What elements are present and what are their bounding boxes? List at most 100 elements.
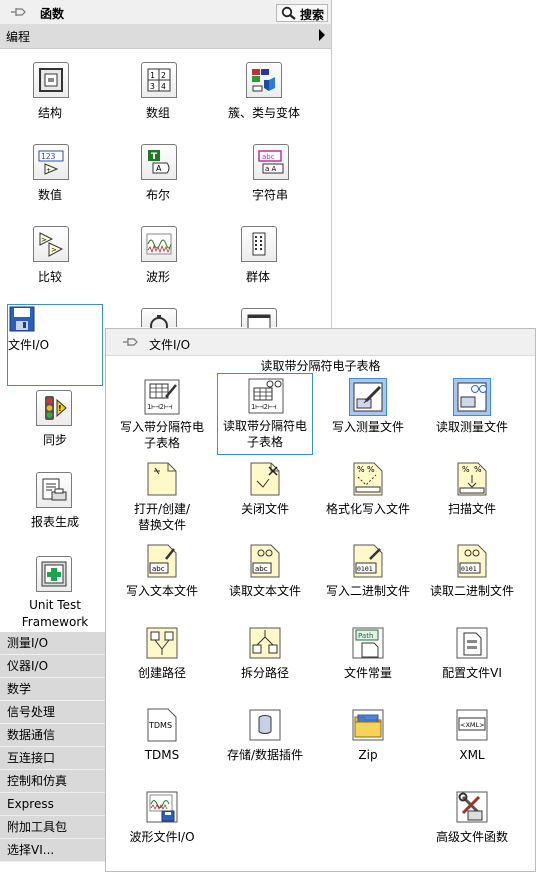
item-storage-datplugin[interactable]: 存储/数据插件 — [213, 703, 317, 783]
item-scan-from-file[interactable]: %% 扫描文件 — [420, 457, 524, 537]
tdms-icon: TDMS — [147, 708, 177, 742]
item-waveform-file-io[interactable]: 波形文件I/O — [110, 785, 214, 865]
subpalette-titlebar: 文件I/O — [106, 329, 535, 356]
write-text-file-icon: abc — [147, 544, 177, 578]
palette-item-application-control[interactable] — [208, 308, 308, 328]
svg-text:Path: Path — [358, 632, 373, 640]
tile-label: 比较 — [37, 270, 62, 284]
search-button[interactable]: 搜索 — [276, 4, 328, 22]
category-connectivity[interactable]: 互连接口 — [0, 747, 105, 770]
item-label-line2: 子表格 — [246, 435, 283, 449]
palette-item-comparison[interactable]: > > 比较 — [0, 226, 100, 296]
category-data-communication[interactable]: 数据通信 — [0, 724, 105, 747]
svg-text:>: > — [51, 246, 57, 254]
palette-item-array[interactable]: 1234 数组 — [108, 62, 208, 132]
pin-icon[interactable] — [10, 5, 28, 19]
close-file-icon — [250, 462, 280, 496]
palette-item-unit-test-framework[interactable]: Unit Test Framework — [8, 556, 102, 629]
read-spreadsheet-icon: 1⊢⊣2⊢⊣ — [248, 378, 284, 414]
palette-item-file-io[interactable]: 文件I/O — [7, 304, 103, 386]
palette-item-boolean[interactable]: TA 布尔 — [108, 144, 208, 214]
palette-item-cluster-class-variant[interactable]: 簇、类与变体 — [208, 62, 320, 132]
item-open-create-replace-file[interactable]: 打开/创建/ 替换文件 — [110, 457, 214, 537]
svg-text:a A: a A — [265, 165, 277, 173]
item-label: 读取文本文件 — [228, 584, 301, 598]
palette-item-structures[interactable]: 结构 — [0, 62, 100, 132]
scan-from-file-icon: %% — [457, 462, 487, 496]
storage-icon — [249, 709, 281, 741]
item-label-line1: 打开/创建/ — [133, 502, 191, 516]
svg-text:123: 123 — [41, 152, 56, 161]
traffic-light-icon: ! — [36, 390, 72, 426]
item-read-text-file[interactable]: abc 读取文本文件 — [213, 539, 317, 619]
item-write-text-file[interactable]: abc 写入文本文件 — [110, 539, 214, 619]
triangle-right-icon — [319, 29, 325, 41]
item-label: 拆分路径 — [240, 666, 289, 680]
category-measurement-io[interactable]: 测量I/O — [0, 632, 105, 655]
floppy-disk-icon — [8, 305, 102, 336]
category-select-vi[interactable]: 选择VI... — [0, 839, 105, 862]
item-label: Zip — [358, 748, 378, 762]
array-icon: 1234 — [141, 62, 177, 98]
write-measurement-icon — [349, 378, 387, 416]
item-write-binary-file[interactable]: 0101 写入二进制文件 — [316, 539, 420, 619]
tile-label: 结构 — [37, 106, 62, 120]
palette-item-report-generation[interactable]: 报表生成 — [8, 472, 102, 536]
svg-text:+: + — [46, 167, 51, 174]
item-read-binary-file[interactable]: 0101 读取二进制文件 — [420, 539, 524, 619]
read-text-file-icon: abc — [250, 544, 280, 578]
svg-text:A: A — [156, 164, 162, 173]
category-addons[interactable]: 附加工具包 — [0, 816, 105, 839]
xml-icon: <XML> — [456, 709, 488, 741]
zip-folder-icon — [352, 709, 384, 741]
read-binary-file-icon: 0101 — [457, 544, 487, 578]
palette-item-string[interactable]: abc a A 字符串 — [220, 144, 320, 214]
svg-text:0101: 0101 — [461, 565, 477, 573]
palette-item-synchronization[interactable]: ! 同步 — [8, 390, 102, 454]
item-label: TDMS — [144, 748, 180, 762]
item-format-into-file[interactable]: %% 格式化写入文件 — [316, 457, 420, 537]
palette-item-numeric[interactable]: 123 + 数值 — [0, 144, 100, 214]
item-read-delimited-spreadsheet[interactable]: 1⊢⊣2⊢⊣ 读取带分隔符电 子表格 — [217, 373, 313, 455]
category-control-simulation[interactable]: 控制和仿真 — [0, 770, 105, 793]
svg-text:abc: abc — [152, 565, 165, 573]
build-path-icon — [146, 627, 178, 659]
item-strip-path[interactable]: 拆分路径 — [213, 621, 317, 701]
item-label-line2: 子表格 — [143, 436, 180, 450]
svg-text:<XML>: <XML> — [460, 721, 485, 729]
svg-text:3: 3 — [150, 82, 155, 91]
item-read-measurement-file[interactable]: 读取测量文件 — [420, 375, 524, 455]
category-header-programming[interactable]: 编程 — [0, 24, 331, 49]
item-file-constants[interactable]: Path 文件常量 — [316, 621, 420, 701]
search-icon — [281, 6, 296, 20]
strip-path-icon — [249, 627, 281, 659]
svg-text:T: T — [151, 152, 158, 162]
category-title: 编程 — [6, 30, 31, 44]
palette-item-timing[interactable] — [108, 308, 208, 328]
svg-text:%: % — [474, 465, 482, 474]
category-mathematics[interactable]: 数学 — [0, 678, 105, 701]
palette-item-cluster-group[interactable]: 群体 — [208, 226, 308, 296]
category-express[interactable]: Express — [0, 793, 105, 816]
item-write-measurement-file[interactable]: 写入测量文件 — [316, 375, 420, 455]
item-xml[interactable]: <XML> XML — [420, 703, 524, 783]
category-signal-processing[interactable]: 信号处理 — [0, 701, 105, 724]
waveform-file-icon — [146, 791, 178, 823]
format-into-file-icon: %% — [353, 462, 383, 496]
item-build-path[interactable]: 创建路径 — [110, 621, 214, 701]
item-label: 关闭文件 — [240, 502, 289, 516]
item-label: 扫描文件 — [447, 502, 496, 516]
item-zip[interactable]: Zip — [316, 703, 420, 783]
item-write-delimited-spreadsheet[interactable]: 1⊢⊣2⊢⊣ 写入带分隔符电 子表格 — [110, 375, 214, 455]
item-label: 读取二进制文件 — [429, 584, 514, 598]
item-label: 写入二进制文件 — [325, 584, 410, 598]
palette-item-waveform[interactable]: 波形 — [108, 226, 208, 296]
pin-icon[interactable] — [122, 335, 140, 349]
category-instrument-io[interactable]: 仪器I/O — [0, 655, 105, 678]
config-file-icon — [456, 627, 488, 659]
item-advanced-file-functions[interactable]: 高级文件函数 — [420, 785, 524, 865]
item-close-file[interactable]: 关闭文件 — [213, 457, 317, 537]
item-config-file-vis[interactable]: 配置文件VI — [420, 621, 524, 701]
tile-label-line1: Unit Test — [29, 598, 81, 612]
item-tdms[interactable]: TDMS TDMS — [110, 703, 214, 783]
